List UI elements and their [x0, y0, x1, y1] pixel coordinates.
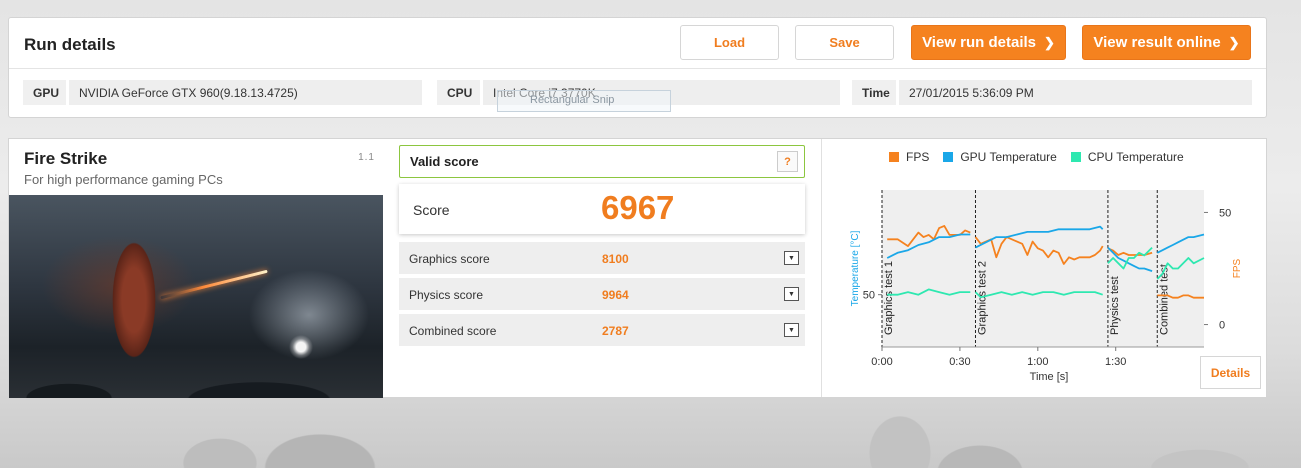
time-label: Time [852, 80, 896, 105]
chevron-right-icon: ❯ [1044, 34, 1055, 50]
y-right-axis-label: FPS [1232, 258, 1243, 278]
expand-dropdown-icon[interactable]: ▼ [784, 323, 799, 337]
subscore-label: Combined score [409, 324, 497, 338]
y-left-tick-label: 50 [863, 290, 875, 302]
view-result-online-label: View result online [1093, 34, 1221, 51]
artwork-ground [9, 338, 383, 398]
section-label: Combined test [1158, 264, 1170, 335]
gpu-info: GPU NVIDIA GeForce GTX 960(9.18.13.4725) [23, 80, 422, 105]
score-label: Score [413, 202, 450, 218]
y-right-tick-label: 50 [1219, 207, 1231, 219]
valid-score-banner: Valid score ? [399, 145, 805, 178]
details-button[interactable]: Details [1200, 356, 1261, 389]
y-left-axis-label: Temperature [°C] [850, 230, 861, 306]
time-value: 27/01/2015 5:36:09 PM [899, 80, 1252, 105]
subscore-row-physics: Physics score 9964 ▼ [399, 278, 805, 310]
subscore-row-graphics: Graphics score 8100 ▼ [399, 242, 805, 274]
gpu-value: NVIDIA GeForce GTX 960(9.18.13.4725) [69, 80, 422, 105]
x-tick-label: 0:30 [949, 356, 970, 368]
plot-area [882, 190, 1204, 347]
x-tick-label: 0:00 [871, 356, 892, 368]
gpu-label: GPU [23, 80, 66, 105]
benchmark-version: 1.1 [358, 152, 375, 163]
save-button[interactable]: Save [795, 25, 894, 60]
subscore-value: 9964 [602, 288, 629, 302]
load-button[interactable]: Load [680, 25, 779, 60]
background-landscape [0, 393, 1301, 468]
time-info: Time 27/01/2015 5:36:09 PM [852, 80, 1252, 105]
benchmark-artwork [9, 195, 383, 398]
result-panel: Fire Strike 1.1 For high performance gam… [8, 138, 1267, 398]
subscore-row-combined: Combined score 2787 ▼ [399, 314, 805, 346]
view-result-online-button[interactable]: View result online ❯ [1082, 25, 1251, 60]
benchmark-subtitle: For high performance gaming PCs [24, 172, 223, 187]
monitoring-chart-panel: FPS GPU Temperature CPU Temperature Grap… [821, 139, 1267, 397]
x-tick-label: 1:30 [1105, 356, 1126, 368]
view-run-details-label: View run details [922, 34, 1037, 51]
benchmark-title: Fire Strike [24, 149, 108, 168]
section-label: Graphics test 1 [883, 261, 895, 335]
score-box: Score 6967 [399, 184, 805, 234]
run-details-title: Run details [24, 35, 116, 54]
section-label: Physics test [1109, 276, 1121, 335]
subscore-value: 8100 [602, 252, 629, 266]
valid-score-text: Valid score [410, 154, 479, 169]
x-axis-label: Time [s] [1030, 371, 1069, 383]
y-right-tick-label: 0 [1219, 320, 1225, 332]
view-run-details-button[interactable]: View run details ❯ [911, 25, 1066, 60]
help-button[interactable]: ? [777, 151, 798, 172]
x-tick-label: 1:00 [1027, 356, 1048, 368]
subscore-label: Physics score [409, 288, 484, 302]
section-label: Graphics test 2 [976, 261, 988, 335]
chevron-right-icon: ❯ [1228, 34, 1240, 50]
expand-dropdown-icon[interactable]: ▼ [784, 251, 799, 265]
divider [9, 68, 1266, 69]
subscore-label: Graphics score [409, 252, 490, 266]
subscore-value: 2787 [602, 324, 629, 338]
benchmark-card: Fire Strike 1.1 For high performance gam… [9, 139, 383, 398]
cpu-label: CPU [437, 80, 480, 105]
expand-dropdown-icon[interactable]: ▼ [784, 287, 799, 301]
rectangular-snip-overlay: Rectangular Snip [497, 90, 671, 112]
score-value: 6967 [601, 189, 675, 226]
